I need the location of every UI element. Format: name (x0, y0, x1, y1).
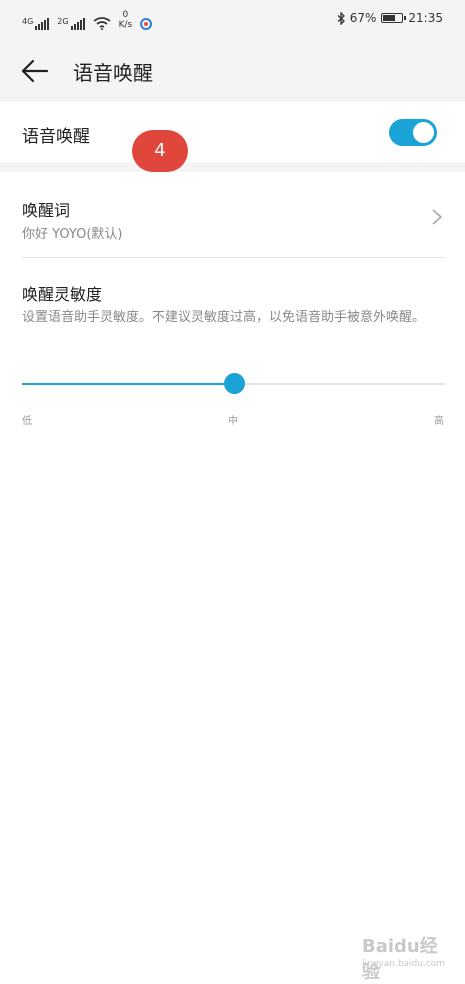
clock: 21:35 (408, 11, 443, 25)
wake-word-value: 你好 YOYO(默认) (22, 227, 123, 242)
network-speed: 0 K/s (119, 10, 133, 30)
section-gap (0, 162, 465, 172)
wifi-icon (93, 17, 111, 30)
network-speed-value: 0 (122, 10, 129, 20)
sim1-signal-icon: 4G (22, 17, 50, 30)
sensitivity-description: 设置语音助手灵敏度。不建议灵敏度过高，以免语音助手被意外唤醒。 (22, 310, 426, 325)
sensitivity-slider[interactable] (22, 373, 445, 394)
level-high-label: 高 (434, 416, 444, 427)
bluetooth-icon (337, 11, 345, 25)
sim2-network-type: 2G (57, 17, 69, 26)
status-bar: 4G 2G 0 K/s 67% 21:35 (0, 0, 465, 40)
chevron-right-icon (432, 209, 443, 225)
page-title: 语音唤醒 (73, 61, 153, 85)
divider (22, 257, 445, 258)
watermark-sub: jingyan.baidu.com (362, 959, 446, 969)
app-bar: 语音唤醒 (0, 40, 465, 102)
network-speed-unit: K/s (118, 20, 133, 30)
step-number-badge: 4 (132, 130, 188, 172)
battery-icon (381, 13, 407, 23)
watermark-main: Baidu经验 (362, 936, 438, 983)
wake-word-label: 唤醒词 (22, 201, 71, 220)
level-mid-label: 中 (228, 416, 238, 427)
watermark-logo: Baidu经验 jingyan.baidu.com (362, 932, 446, 983)
slider-fill (22, 383, 234, 385)
voice-wake-row[interactable]: 语音唤醒 (0, 102, 465, 162)
level-low-label: 低 (22, 416, 32, 427)
app-notification-icon (140, 18, 153, 30)
slider-thumb[interactable] (223, 373, 245, 394)
back-arrow-icon[interactable] (20, 58, 50, 84)
voice-wake-label: 语音唤醒 (22, 127, 90, 147)
sim2-signal-icon: 2G (57, 17, 85, 30)
toggle-knob (413, 122, 434, 143)
voice-wake-toggle[interactable] (389, 119, 437, 146)
sensitivity-label: 唤醒灵敏度 (22, 285, 103, 304)
sim1-network-type: 4G (22, 17, 34, 26)
wake-word-row[interactable]: 唤醒词 你好 YOYO(默认) (0, 172, 465, 258)
battery-percent: 67% (349, 11, 377, 25)
